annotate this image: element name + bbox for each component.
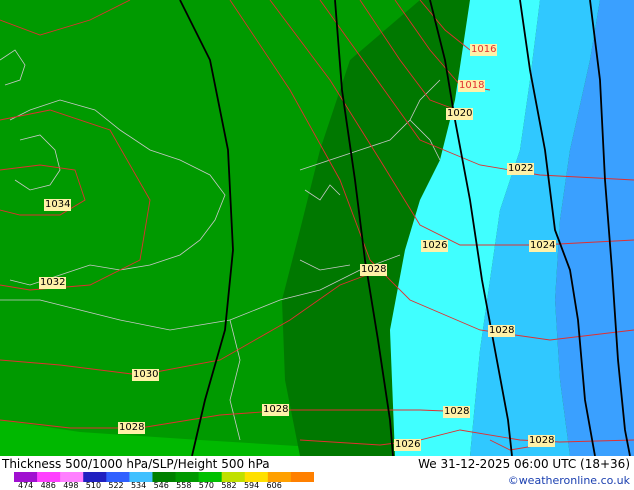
isobar-label: 1026 — [394, 439, 422, 451]
isobar-label: 1034 — [44, 199, 72, 211]
isobar-label: 1018 — [458, 80, 486, 92]
weather-map — [0, 0, 634, 456]
legend-tick: 486 — [40, 481, 56, 490]
map-footer: Thickness 500/1000 hPa/SLP/Height 500 hP… — [0, 456, 634, 490]
legend-tick: 522 — [108, 481, 124, 490]
isobar-label: 1028 — [528, 435, 556, 447]
legend-tick: 546 — [153, 481, 169, 490]
credit-link[interactable]: ©weatheronline.co.uk — [508, 474, 630, 487]
isobar-label: 1028 — [360, 264, 388, 276]
isobar-label: 1024 — [529, 240, 557, 252]
legend-tick: 498 — [63, 481, 79, 490]
isobar-label: 1020 — [446, 108, 474, 120]
legend-tick: 594 — [243, 481, 260, 490]
map-title: Thickness 500/1000 hPa/SLP/Height 500 hP… — [2, 457, 270, 471]
isobar-label: 1030 — [132, 369, 160, 381]
legend-swatch — [290, 472, 314, 482]
legend-tick: 558 — [176, 481, 192, 490]
isobar-label: 1022 — [507, 163, 535, 175]
legend-tick: 570 — [198, 481, 215, 490]
valid-time: We 31-12-2025 06:00 UTC (18+36) — [418, 457, 630, 471]
isobar-label: 1016 — [470, 44, 498, 56]
isobar-label: 1028 — [488, 325, 516, 337]
isobar-label: 1028 — [443, 406, 471, 418]
isobar-label: 1028 — [262, 404, 290, 416]
legend-tick: 474 — [18, 481, 34, 490]
isobar-label: 1026 — [421, 240, 449, 252]
legend-tick: 582 — [221, 481, 237, 490]
legend-tick: 510 — [85, 481, 102, 490]
isobar-label: 1032 — [39, 277, 67, 289]
isobar-label: 1028 — [118, 422, 146, 434]
legend-ticks: 474 486 498 510 522 534 546 558 570 582 594 606 — [18, 481, 289, 490]
legend-tick: 534 — [130, 481, 147, 490]
legend-tick: 606 — [266, 481, 282, 490]
